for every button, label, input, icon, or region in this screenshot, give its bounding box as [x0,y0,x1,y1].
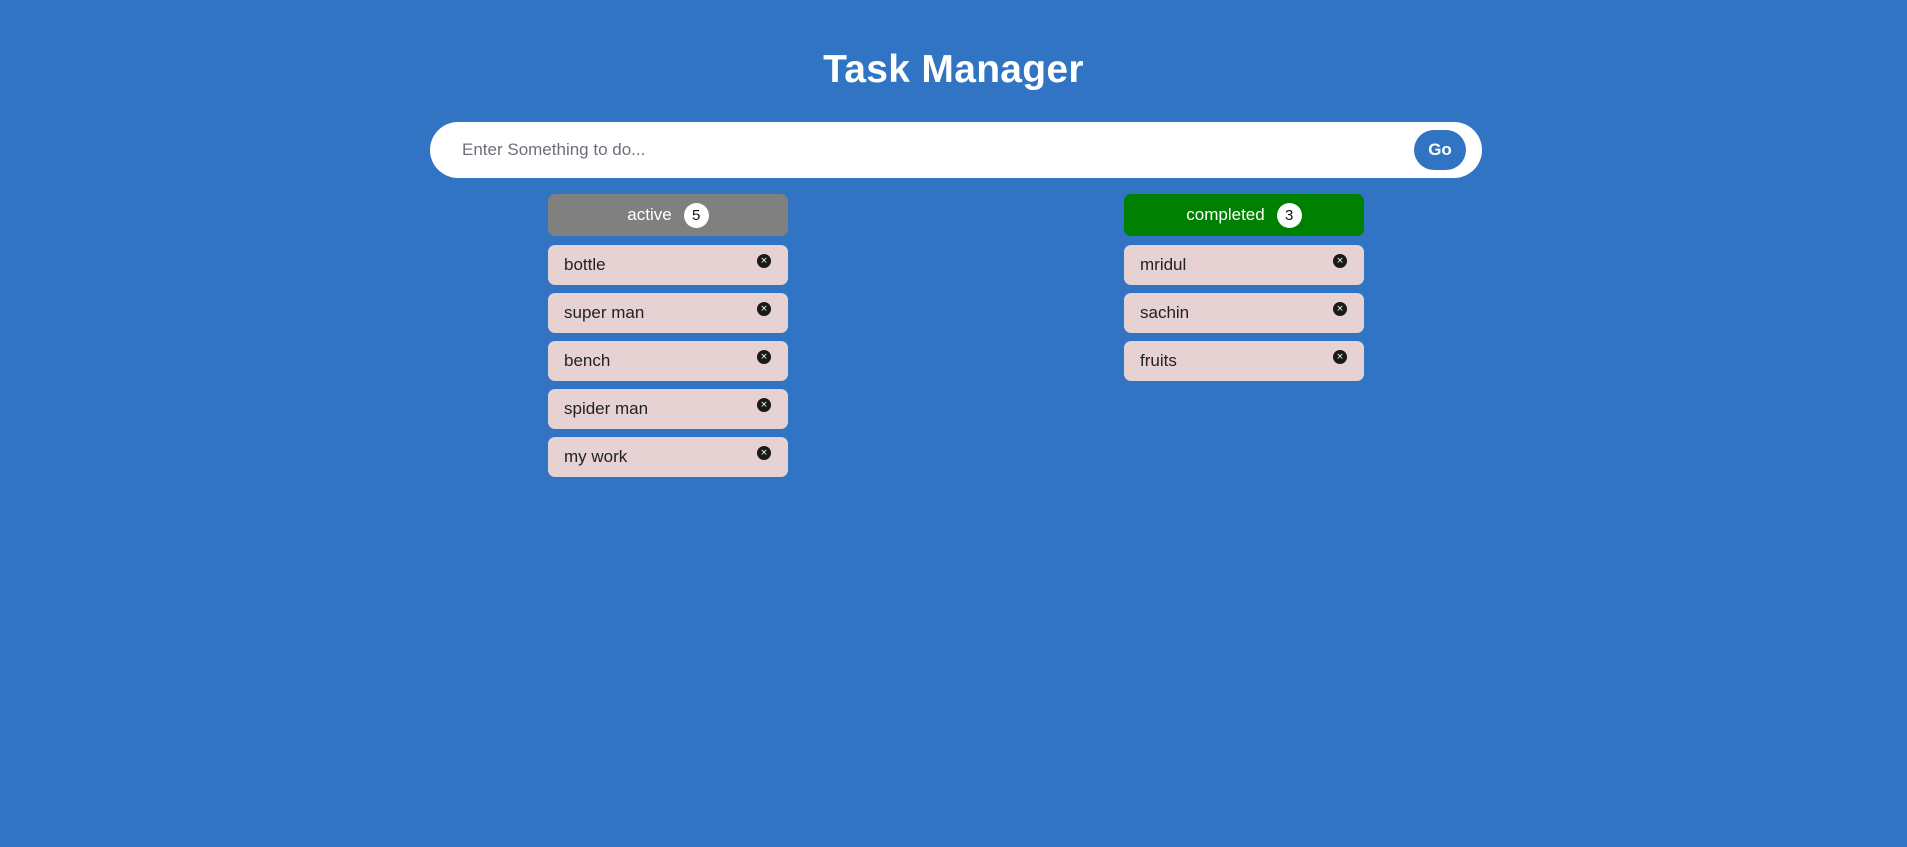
task-item-label: sachin [1140,303,1190,322]
close-icon[interactable]: × [757,254,771,268]
close-icon[interactable]: × [757,350,771,364]
task-input-bar: Go [430,122,1482,178]
active-header[interactable]: active 5 [548,194,788,236]
close-icon[interactable]: × [1333,254,1347,268]
close-icon[interactable]: × [1333,302,1347,316]
completed-column: completed 3 mridul × sachin × fruits × [1124,194,1364,389]
task-item-label: my work [564,447,628,466]
completed-header[interactable]: completed 3 [1124,194,1364,236]
task-item-label: mridul [1140,255,1187,274]
task-item[interactable]: fruits × [1124,341,1364,381]
completed-count-badge: 3 [1276,202,1302,228]
task-item[interactable]: mridul × [1124,245,1364,285]
task-item[interactable]: bench × [548,341,788,381]
go-button[interactable]: Go [1414,130,1466,170]
task-item[interactable]: my work × [548,437,788,477]
active-column: active 5 bottle × super man × bench × sp… [548,194,788,485]
task-item-label: bench [564,351,611,370]
close-icon[interactable]: × [757,446,771,460]
task-item-label: fruits [1140,351,1177,370]
task-input[interactable] [462,122,1402,178]
task-item[interactable]: spider man × [548,389,788,429]
active-count-badge: 5 [683,202,709,228]
completed-header-label: completed [1186,205,1265,224]
active-header-label: active [627,205,672,224]
close-icon[interactable]: × [1333,350,1347,364]
page-title: Task Manager [823,48,1084,91]
task-item[interactable]: super man × [548,293,788,333]
task-item[interactable]: bottle × [548,245,788,285]
close-icon[interactable]: × [757,302,771,316]
task-item-label: bottle [564,255,606,274]
task-item-label: spider man [564,399,649,418]
task-item-label: super man [564,303,645,322]
task-item[interactable]: sachin × [1124,293,1364,333]
close-icon[interactable]: × [757,398,771,412]
